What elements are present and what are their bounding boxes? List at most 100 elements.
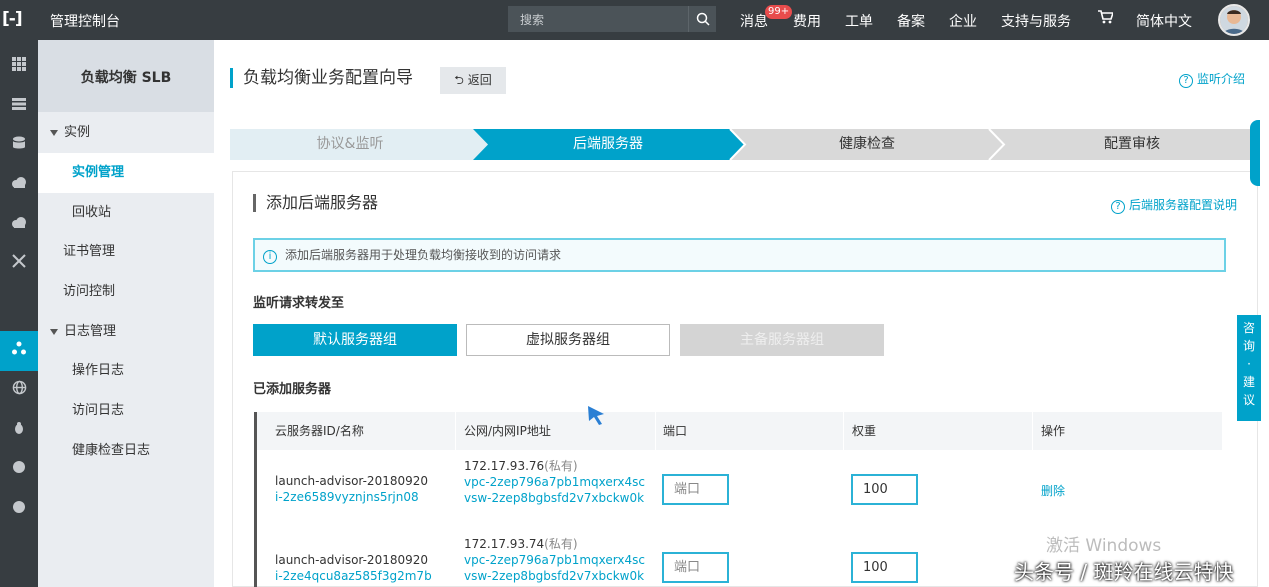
- sidebar-group-logs[interactable]: 日志管理: [38, 312, 214, 352]
- step-backend-servers[interactable]: 后端服务器: [488, 129, 728, 160]
- console-title[interactable]: 管理控制台: [50, 11, 120, 31]
- nav-language[interactable]: 简体中文: [1136, 11, 1192, 31]
- cart-icon[interactable]: [1097, 9, 1115, 29]
- port-input[interactable]: 端口: [662, 552, 729, 583]
- col-header-ip: 公网/内网IP地址: [464, 424, 551, 438]
- search-button[interactable]: [688, 6, 716, 32]
- sidebar-item-label: 实例: [64, 125, 91, 140]
- nav-enterprise[interactable]: 企业: [949, 11, 977, 31]
- back-label: 返回: [467, 73, 492, 87]
- nav-support[interactable]: 支持与服务: [1001, 11, 1071, 31]
- nav-billing[interactable]: 费用: [793, 11, 821, 31]
- collapse-tab[interactable]: [1250, 120, 1260, 186]
- column-divider: [455, 412, 456, 450]
- ip-address: 172.17.93.74(私有): [464, 537, 578, 551]
- column-divider: [1032, 412, 1033, 450]
- default-server-group-button[interactable]: 默认服务器组: [253, 324, 457, 356]
- backend-config-help-link[interactable]: ? 后端服务器配置说明: [1110, 196, 1237, 214]
- col-header-action: 操作: [1041, 424, 1066, 438]
- database-icon[interactable]: [6, 133, 32, 159]
- sidebar: 负载均衡 SLB 实例 实例管理 回收站 证书管理 访问控制 日志管理 操作日志…: [38, 40, 214, 587]
- vpc-link[interactable]: vpc-2zep796a7pb1mqxerx4sc: [464, 474, 645, 490]
- step-health-check[interactable]: 健康检查: [745, 129, 989, 160]
- server-name: launch-advisor-20180920: [275, 553, 429, 567]
- globe-icon[interactable]: [6, 378, 32, 404]
- feedback-widget[interactable]: 咨询·建议: [1237, 315, 1261, 421]
- sidebar-item-health-check-logs[interactable]: 健康检查日志: [38, 431, 214, 471]
- sidebar-item-access-control[interactable]: 访问控制: [38, 272, 214, 312]
- server-name: launch-advisor-20180920: [275, 474, 429, 488]
- listener-help-link[interactable]: ? 监听介绍: [1178, 70, 1245, 88]
- sidebar-group-instances[interactable]: 实例: [38, 113, 214, 153]
- avatar[interactable]: [1218, 4, 1250, 36]
- search-input[interactable]: 搜索: [508, 6, 716, 32]
- network-icon[interactable]: [6, 251, 32, 277]
- column-divider: [843, 412, 844, 450]
- nav-messages[interactable]: 消息: [740, 11, 768, 31]
- step-protocol-listener[interactable]: 协议&监听: [230, 129, 470, 160]
- back-button[interactable]: ⮌ 返回: [440, 67, 506, 94]
- sidebar-item-certificates[interactable]: 证书管理: [38, 232, 214, 272]
- source-watermark: 头条号 / 斑羚在线云特快: [1014, 560, 1234, 584]
- top-bar: [-] 管理控制台 搜索 消息 99+ 费用 工单 备案 企业 支持与服务 简体…: [0, 0, 1269, 40]
- bug-icon[interactable]: [6, 418, 32, 444]
- sidebar-item-recycle-bin[interactable]: 回收站: [38, 193, 214, 233]
- server-id-link[interactable]: i-2ze4qcu8az585f3g2m7b: [275, 568, 432, 584]
- main-content: 负载均衡业务配置向导 ⮌ 返回 ? 监听介绍 协议&监听 后端服务器 健康检查 配…: [214, 40, 1269, 587]
- circle-icon[interactable]: [6, 497, 32, 523]
- delete-link[interactable]: 删除: [1041, 483, 1065, 499]
- step-review[interactable]: 配置审核: [1004, 129, 1260, 160]
- nav-tickets[interactable]: 工单: [845, 11, 873, 31]
- vswitch-link[interactable]: vsw-2zep8bgbsfd2v7xbckw0k: [464, 490, 644, 506]
- circle-icon[interactable]: [6, 457, 32, 483]
- help-link-label: 监听介绍: [1196, 72, 1245, 86]
- server-icon[interactable]: [6, 94, 32, 120]
- wizard-steps: 协议&监听 后端服务器 健康检查 配置审核: [230, 129, 1260, 160]
- weight-input[interactable]: 100: [851, 552, 918, 583]
- back-arrow-icon: ⮌: [454, 73, 468, 87]
- product-icon-rail: [0, 40, 38, 587]
- col-header-instance: 云服务器ID/名称: [275, 424, 364, 438]
- info-banner: i 添加后端服务器用于处理负载均衡接收到的访问请求: [253, 238, 1226, 272]
- page-title: 负载均衡业务配置向导: [230, 68, 413, 88]
- load-balancer-icon[interactable]: [6, 338, 32, 364]
- col-header-weight: 权重: [852, 424, 877, 438]
- question-icon: ?: [1110, 200, 1125, 214]
- panel-help-label: 后端服务器配置说明: [1128, 198, 1237, 212]
- sidebar-item-instance-management[interactable]: 实例管理: [38, 153, 214, 193]
- virtual-server-group-button[interactable]: 虚拟服务器组: [466, 324, 670, 356]
- server-id-link[interactable]: i-2ze6589vyznjns5rjn08: [275, 489, 419, 505]
- table-header: 云服务器ID/名称 公网/内网IP地址 端口 权重 操作: [257, 412, 1222, 450]
- cloud-storage-icon[interactable]: [6, 212, 32, 238]
- nav-filing[interactable]: 备案: [897, 11, 925, 31]
- cloud-icon[interactable]: [6, 172, 32, 198]
- forward-heading: 监听请求转发至: [253, 296, 345, 311]
- info-icon: i: [263, 250, 277, 264]
- feedback-label: 咨询·建议: [1242, 321, 1255, 407]
- vswitch-link[interactable]: vsw-2zep8bgbsfd2v7xbckw0k: [464, 568, 644, 584]
- caret-down-icon: [50, 328, 58, 335]
- vpc-link[interactable]: vpc-2zep796a7pb1mqxerx4sc: [464, 552, 645, 568]
- backend-server-panel: 添加后端服务器 ? 后端服务器配置说明 i 添加后端服务器用于处理负载均衡接收到的访…: [232, 171, 1258, 587]
- info-text: 添加后端服务器用于处理负载均衡接收到的访问请求: [285, 248, 562, 262]
- sidebar-item-label: 日志管理: [64, 324, 117, 339]
- column-divider: [655, 412, 656, 450]
- mouse-cursor-icon: [588, 406, 604, 425]
- sidebar-title: 负载均衡 SLB: [38, 40, 214, 112]
- primary-backup-group-button[interactable]: 主备服务器组: [680, 324, 884, 356]
- panel-title: 添加后端服务器: [253, 194, 378, 212]
- caret-down-icon: [50, 129, 58, 136]
- search-icon: [696, 12, 710, 26]
- sidebar-item-access-logs[interactable]: 访问日志: [38, 391, 214, 431]
- aliyun-logo[interactable]: [-]: [2, 9, 23, 29]
- message-count-badge: 99+: [765, 5, 793, 19]
- col-header-port: 端口: [663, 424, 688, 438]
- sidebar-item-operation-logs[interactable]: 操作日志: [38, 351, 214, 391]
- windows-activation-watermark: 激活 Windows: [1046, 536, 1162, 556]
- search-placeholder: 搜索: [520, 13, 545, 27]
- ip-address: 172.17.93.76(私有): [464, 459, 578, 473]
- weight-input[interactable]: 100: [851, 474, 918, 505]
- question-icon: ?: [1178, 74, 1193, 88]
- grid-icon[interactable]: [6, 54, 32, 80]
- port-input[interactable]: 端口: [662, 474, 729, 505]
